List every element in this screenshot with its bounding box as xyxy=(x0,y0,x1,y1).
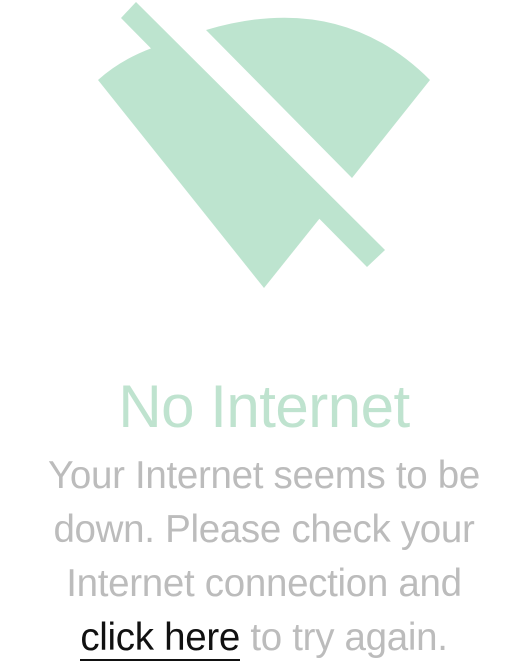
message-line-4: click here to try again. xyxy=(0,611,528,665)
message-line-3: Internet connection and xyxy=(66,562,462,605)
page-title: No Internet xyxy=(118,373,410,440)
message-line-2: down. Please check your xyxy=(53,508,475,551)
message-line-4-suffix: to try again. xyxy=(239,616,448,659)
wifi-off-icon xyxy=(0,0,528,300)
status-message: Your Internet seems to be down. Please c… xyxy=(0,449,528,665)
wifi-off-icon-graphic xyxy=(98,2,430,288)
retry-link[interactable]: click here xyxy=(80,616,240,661)
message-line-1: Your Internet seems to be xyxy=(48,454,480,497)
